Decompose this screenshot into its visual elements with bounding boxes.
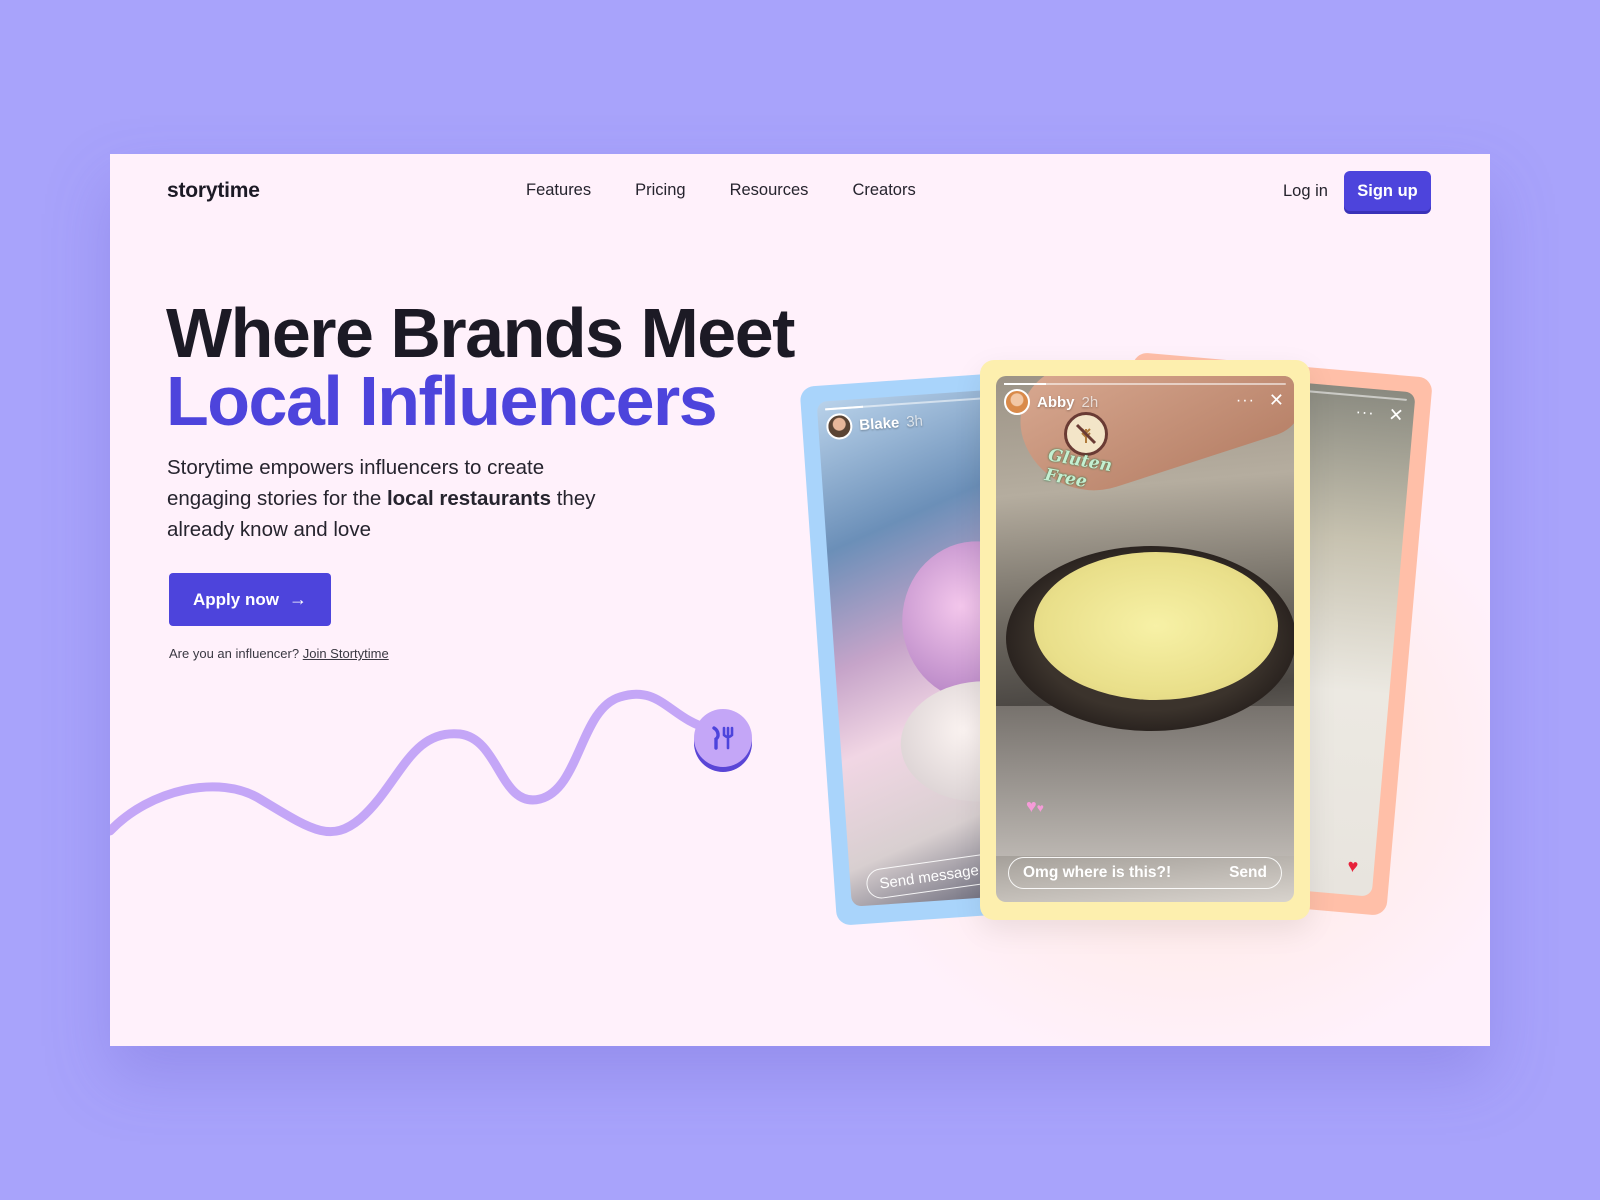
gluten-free-sticker: Gluten Free xyxy=(1043,412,1126,492)
more-dots-icon[interactable]: ··· xyxy=(1236,392,1255,410)
nav-creators[interactable]: Creators xyxy=(852,181,915,200)
avatar-abby xyxy=(1004,389,1030,415)
heart-icon[interactable]: ♥ xyxy=(1347,856,1359,878)
sticker-text: Gluten Free xyxy=(1043,445,1114,493)
landing-page: storytime Features Pricing Resources Cre… xyxy=(110,154,1490,1046)
hero-subtitle: Storytime empowers influencers to create… xyxy=(167,452,607,545)
story-progress xyxy=(1004,383,1286,385)
story-time: 3h xyxy=(905,412,924,431)
nav-resources[interactable]: Resources xyxy=(730,181,809,200)
hearts-icon: ♥♥ xyxy=(1026,796,1044,816)
story-screen-abby: Abby 2h ··· ✕ Gluten Free ♥♥ Omg where i… xyxy=(996,376,1294,902)
message-input-abby[interactable]: Omg where is this?! Send xyxy=(1008,857,1282,889)
close-icon[interactable]: ✕ xyxy=(1388,404,1405,426)
fork-knife-icon xyxy=(694,709,752,767)
story-user: Abby xyxy=(1037,393,1075,411)
hero-title-line2: Local Influencers xyxy=(166,362,718,440)
hero-title: Where Brands Meet Local Influencers xyxy=(166,298,795,440)
story-time: 2h xyxy=(1081,393,1099,411)
more-dots-icon[interactable]: ··· xyxy=(1355,403,1375,423)
main-nav: Features Pricing Resources Creators xyxy=(526,181,960,200)
send-button[interactable]: Send xyxy=(1229,864,1267,882)
crepe-photo xyxy=(1034,552,1278,700)
story-user: Blake xyxy=(858,413,900,434)
story-controls: ··· ✕ xyxy=(1236,390,1284,411)
avatar-blake xyxy=(825,412,854,441)
login-link[interactable]: Log in xyxy=(1283,182,1328,201)
decorative-wave xyxy=(110,689,715,837)
hero-title-line1: Where Brands Meet xyxy=(166,294,795,372)
arrow-right-icon: → xyxy=(288,589,307,609)
influencer-question: Are you an influencer? xyxy=(169,646,300,661)
nav-pricing[interactable]: Pricing xyxy=(635,181,685,200)
apply-now-button[interactable]: Apply now → xyxy=(169,573,331,626)
story-header: Blake 3h xyxy=(825,408,923,441)
close-icon[interactable]: ✕ xyxy=(1269,390,1284,411)
story-card-abby[interactable]: Abby 2h ··· ✕ Gluten Free ♥♥ Omg where i… xyxy=(980,360,1310,920)
join-link[interactable]: Join Stortytime xyxy=(303,646,389,661)
message-text[interactable]: Omg where is this?! xyxy=(1023,864,1171,882)
influencer-prompt: Are you an influencer? Join Stortytime xyxy=(169,646,389,661)
logo[interactable]: storytime xyxy=(167,179,260,203)
apply-now-label: Apply now xyxy=(193,589,279,609)
story-controls: ··· ✕ xyxy=(1355,402,1405,427)
nav-features[interactable]: Features xyxy=(526,181,591,200)
subtitle-bold: local restaurants xyxy=(386,487,552,510)
signup-button[interactable]: Sign up xyxy=(1344,171,1431,211)
